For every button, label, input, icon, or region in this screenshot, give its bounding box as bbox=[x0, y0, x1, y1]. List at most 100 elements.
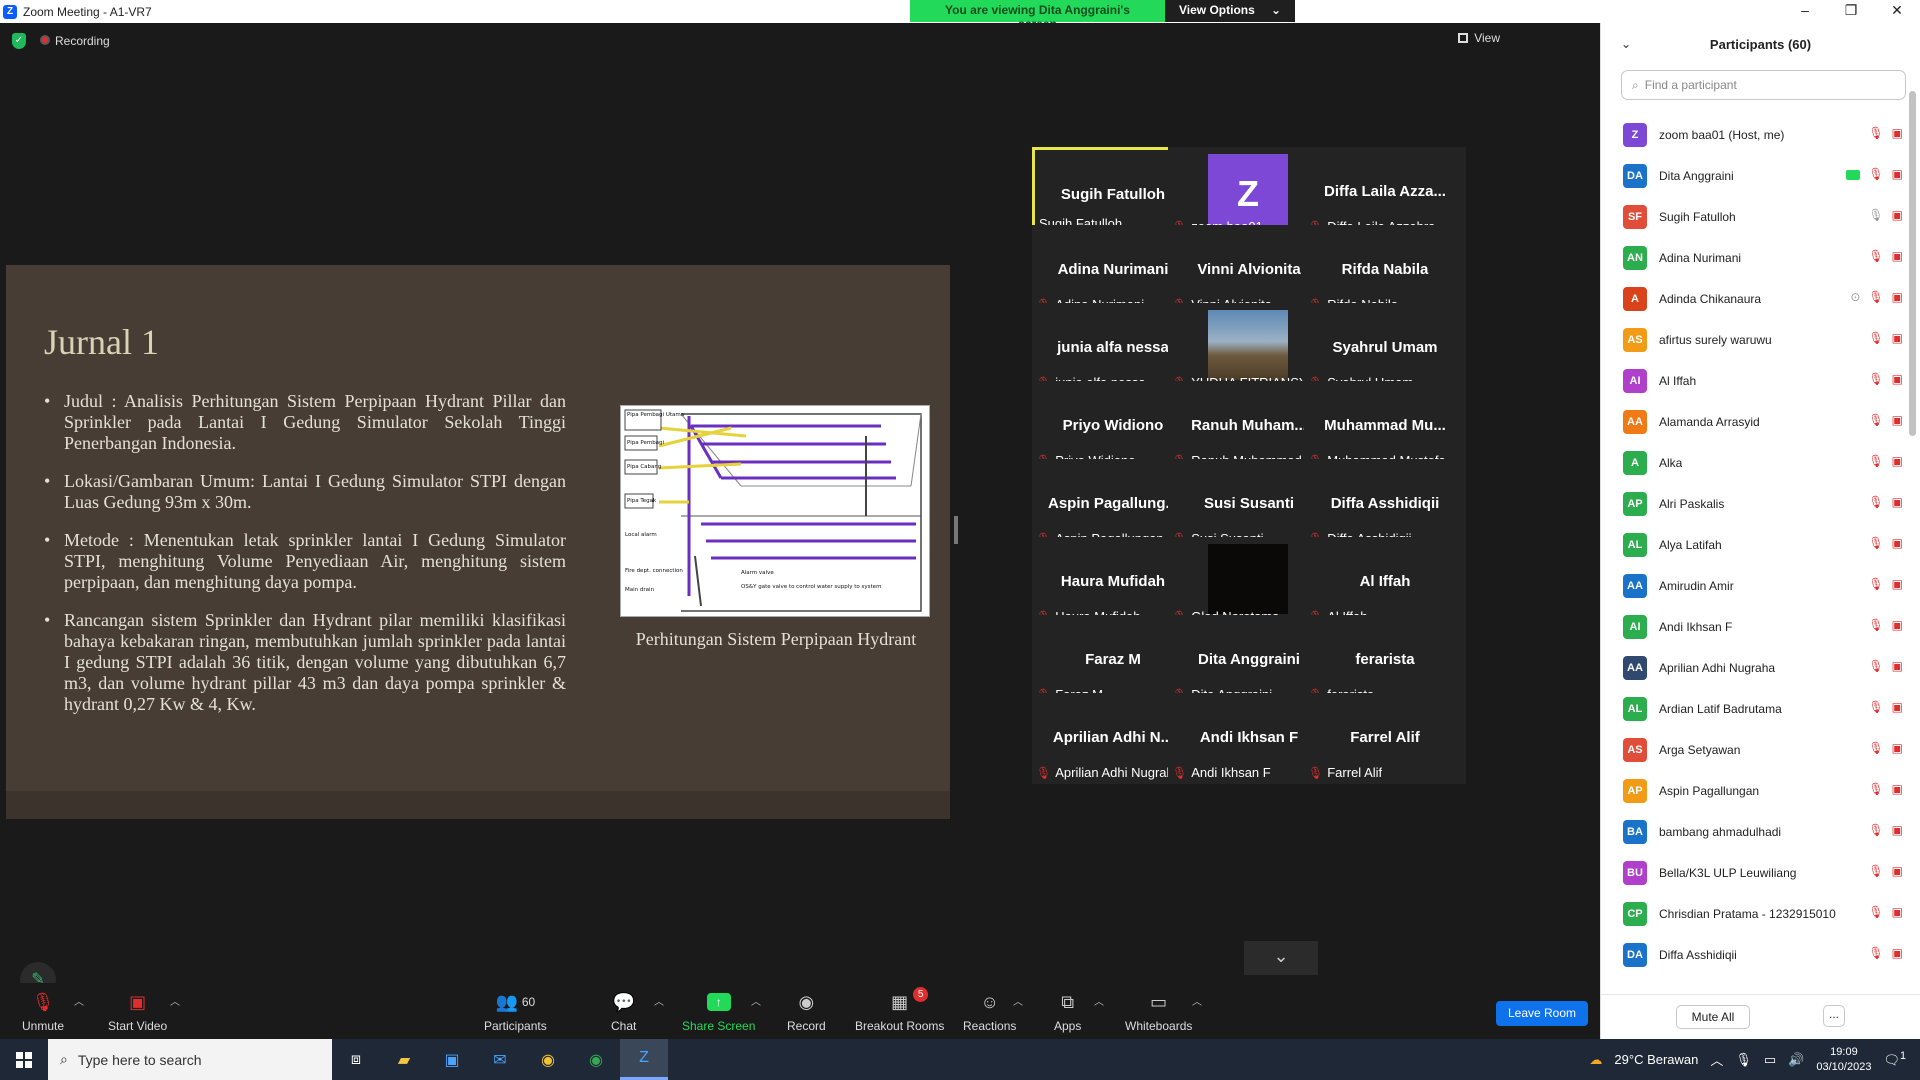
view-options-button[interactable]: View Options ⌄ bbox=[1165, 0, 1295, 22]
chat-button[interactable]: 💬 Chat bbox=[611, 991, 636, 1034]
audio-options-caret-icon[interactable]: ︿ bbox=[74, 993, 84, 1008]
mic-muted-icon: 🎙 bbox=[1868, 864, 1884, 878]
record-icon: ◉ bbox=[798, 991, 815, 1012]
close-icon[interactable]: ✕ bbox=[1874, 0, 1920, 23]
gallery-next-page-button[interactable]: ⌄ bbox=[1244, 941, 1318, 975]
participant-status-icons: 🎙 ▣ bbox=[1846, 167, 1903, 181]
participant-row[interactable]: BU Bella/K3L ULP Leuwiliang 🎙 ▣ bbox=[1601, 852, 1907, 893]
slide-bullet: Lokasi/Gambaran Umum: Lantai I Gedung Si… bbox=[44, 471, 566, 513]
mic-muted-icon: 🎙 bbox=[1868, 905, 1884, 919]
whiteboards-button[interactable]: ▭ Whiteboards bbox=[1125, 991, 1192, 1034]
unmute-button[interactable]: 🎙 Unmute bbox=[22, 991, 64, 1034]
participant-row[interactable]: AP Alri Paskalis 🎙 ▣ bbox=[1601, 483, 1907, 524]
participant-name: Alka bbox=[1659, 455, 1683, 470]
taskbar-search-input[interactable]: ⌕ Type here to search bbox=[48, 1039, 332, 1080]
more-options-button[interactable]: ... bbox=[1823, 1005, 1845, 1027]
notification-icon[interactable]: 🗨1 bbox=[1883, 1050, 1906, 1068]
participant-row[interactable]: AP Aspin Pagallungan 🎙 ▣ bbox=[1601, 770, 1907, 811]
video-off-icon: ▣ bbox=[1891, 454, 1903, 468]
start-video-button[interactable]: ▣ Start Video bbox=[108, 991, 167, 1034]
video-off-icon: ▣ bbox=[1891, 577, 1903, 591]
avatar: DA bbox=[1623, 163, 1647, 188]
reactions-button[interactable]: ☺ Reactions bbox=[963, 991, 1016, 1034]
restore-icon[interactable]: ❐ bbox=[1828, 0, 1874, 23]
share-screen-button[interactable]: ↑ Share Screen bbox=[682, 991, 755, 1033]
avatar: AA bbox=[1623, 655, 1647, 680]
video-feed bbox=[1208, 544, 1288, 614]
apps-button[interactable]: ⧉ Apps bbox=[1054, 991, 1081, 1034]
breakout-rooms-button[interactable]: ▦ 5 Breakout Rooms bbox=[855, 987, 944, 1033]
participant-row[interactable]: Zzoom baa01 (Host, me) 🎙 ▣ bbox=[1601, 114, 1907, 155]
participant-name: Chrisdian Pratama - 1232915010 bbox=[1659, 906, 1836, 921]
participant-row[interactable]: AI Al Iffah 🎙 ▣ bbox=[1601, 360, 1907, 401]
leave-room-button[interactable]: Leave Room bbox=[1496, 1001, 1588, 1026]
avatar: AS bbox=[1623, 737, 1647, 762]
participant-row[interactable]: DA Diffa Asshidiqii 🎙 ▣ bbox=[1601, 934, 1907, 975]
start-button[interactable] bbox=[0, 1039, 48, 1080]
participant-row[interactable]: AS Arga Setyawan 🎙 ▣ bbox=[1601, 729, 1907, 770]
diagram-label: Pipa Pembagi Utama bbox=[627, 412, 684, 418]
file-explorer-icon[interactable]: ▰ bbox=[380, 1039, 428, 1080]
video-off-icon: ▣ bbox=[1891, 290, 1903, 304]
participant-row[interactable]: CP Chrisdian Pratama - 1232915010 🎙 ▣ bbox=[1601, 893, 1907, 934]
whiteboards-caret-icon[interactable]: ︿ bbox=[1192, 993, 1202, 1008]
participant-row[interactable]: AI Andi Ikhsan F 🎙 ▣ bbox=[1601, 606, 1907, 647]
chat-caret-icon[interactable]: ︿ bbox=[654, 993, 664, 1008]
mail-icon[interactable]: ✉ bbox=[476, 1039, 524, 1080]
participant-row[interactable]: BA bambang ahmadulhadi 🎙 ▣ bbox=[1601, 811, 1907, 852]
chevron-down-icon: ⌄ bbox=[1273, 946, 1289, 966]
avatar: DA bbox=[1623, 942, 1647, 967]
reactions-caret-icon[interactable]: ︿ bbox=[1013, 993, 1023, 1008]
microphone-icon[interactable]: 🎙 bbox=[1735, 1052, 1752, 1068]
video-tile[interactable]: Farrel Alif 🎙 Farrel Alif bbox=[1304, 693, 1466, 784]
participant-row[interactable]: AL Ardian Latif Badrutama 🎙 ▣ bbox=[1601, 688, 1907, 729]
mute-all-button[interactable]: Mute All bbox=[1676, 1005, 1750, 1029]
share-screen-label: Share Screen bbox=[682, 1019, 756, 1033]
video-off-icon: ▣ bbox=[1891, 741, 1903, 755]
shield-icon[interactable]: ✓ bbox=[12, 33, 26, 49]
chrome-profile-icon[interactable]: ◉ bbox=[572, 1039, 620, 1080]
view-button[interactable]: View bbox=[1458, 31, 1500, 45]
participant-row[interactable]: A Adinda Chikanaura ⊙ 🎙 ▣ bbox=[1601, 278, 1907, 319]
participant-search-input[interactable]: ⌕ Find a participant bbox=[1621, 70, 1906, 100]
minimize-icon[interactable]: – bbox=[1782, 0, 1828, 23]
title-bar: Z Zoom Meeting - A1-VR7 bbox=[0, 0, 1600, 23]
search-icon: ⌕ bbox=[60, 1051, 68, 1067]
windows-logo-icon bbox=[16, 1051, 32, 1068]
screen-share-icon bbox=[1846, 170, 1861, 180]
splitter-handle[interactable] bbox=[954, 516, 958, 544]
mic-muted-icon: 🎙 bbox=[1868, 495, 1884, 509]
record-button[interactable]: ◉ Record bbox=[787, 991, 826, 1034]
weather-icon[interactable]: ☁ bbox=[1589, 1052, 1602, 1068]
participant-row[interactable]: AL Alya Latifah 🎙 ▣ bbox=[1601, 524, 1907, 565]
chrome-icon[interactable]: ◉ bbox=[524, 1039, 572, 1080]
task-view-icon[interactable]: ⧈ bbox=[332, 1039, 380, 1080]
participant-row[interactable]: AN Adina Nurimani 🎙 ▣ bbox=[1601, 237, 1907, 278]
participant-status-icons: 🎙 ▣ bbox=[1868, 946, 1903, 960]
zoom-taskbar-icon[interactable]: Z bbox=[620, 1039, 668, 1080]
volume-icon[interactable]: 🔊 bbox=[1788, 1052, 1804, 1068]
tile-label-text: Aprilian Adhi Nugraha bbox=[1055, 765, 1181, 780]
participant-row[interactable]: AA Amirudin Amir 🎙 ▣ bbox=[1601, 565, 1907, 606]
mic-muted-icon: 🎙 bbox=[1868, 782, 1884, 796]
participant-list-scrollbar[interactable] bbox=[1909, 91, 1916, 436]
network-icon[interactable]: ▭ bbox=[1764, 1052, 1776, 1068]
participant-row[interactable]: AA Aprilian Adhi Nugraha 🎙 ▣ bbox=[1601, 647, 1907, 688]
video-options-caret-icon[interactable]: ︿ bbox=[170, 993, 180, 1008]
participant-row[interactable]: AS afirtus surely waruwu 🎙 ▣ bbox=[1601, 319, 1907, 360]
participant-row[interactable]: AA Alamanda Arrasyid 🎙 ▣ bbox=[1601, 401, 1907, 442]
weather-text[interactable]: 29°C Berawan bbox=[1614, 1052, 1698, 1067]
recording-indicator[interactable]: Recording bbox=[40, 34, 110, 48]
share-caret-icon[interactable]: ︿ bbox=[751, 993, 761, 1008]
participants-count: 60 bbox=[521, 995, 536, 1009]
participants-button[interactable]: 👥 60 Participants bbox=[484, 991, 547, 1034]
clock[interactable]: 19:09 03/10/2023 bbox=[1816, 1045, 1871, 1075]
tray-chevron-icon[interactable]: ︿ bbox=[1710, 1050, 1723, 1069]
participant-row[interactable]: SF Sugih Fatulloh 🎙 ▣ bbox=[1601, 196, 1907, 237]
participant-status-icons: 🎙 ▣ bbox=[1868, 782, 1903, 796]
collapse-chevron-icon[interactable]: ⌄ bbox=[1621, 37, 1631, 51]
apps-caret-icon[interactable]: ︿ bbox=[1094, 993, 1104, 1008]
participant-row[interactable]: DA Dita Anggraini 🎙 ▣ bbox=[1601, 155, 1907, 196]
participant-row[interactable]: A Alka 🎙 ▣ bbox=[1601, 442, 1907, 483]
store-icon[interactable]: ▣ bbox=[428, 1039, 476, 1080]
